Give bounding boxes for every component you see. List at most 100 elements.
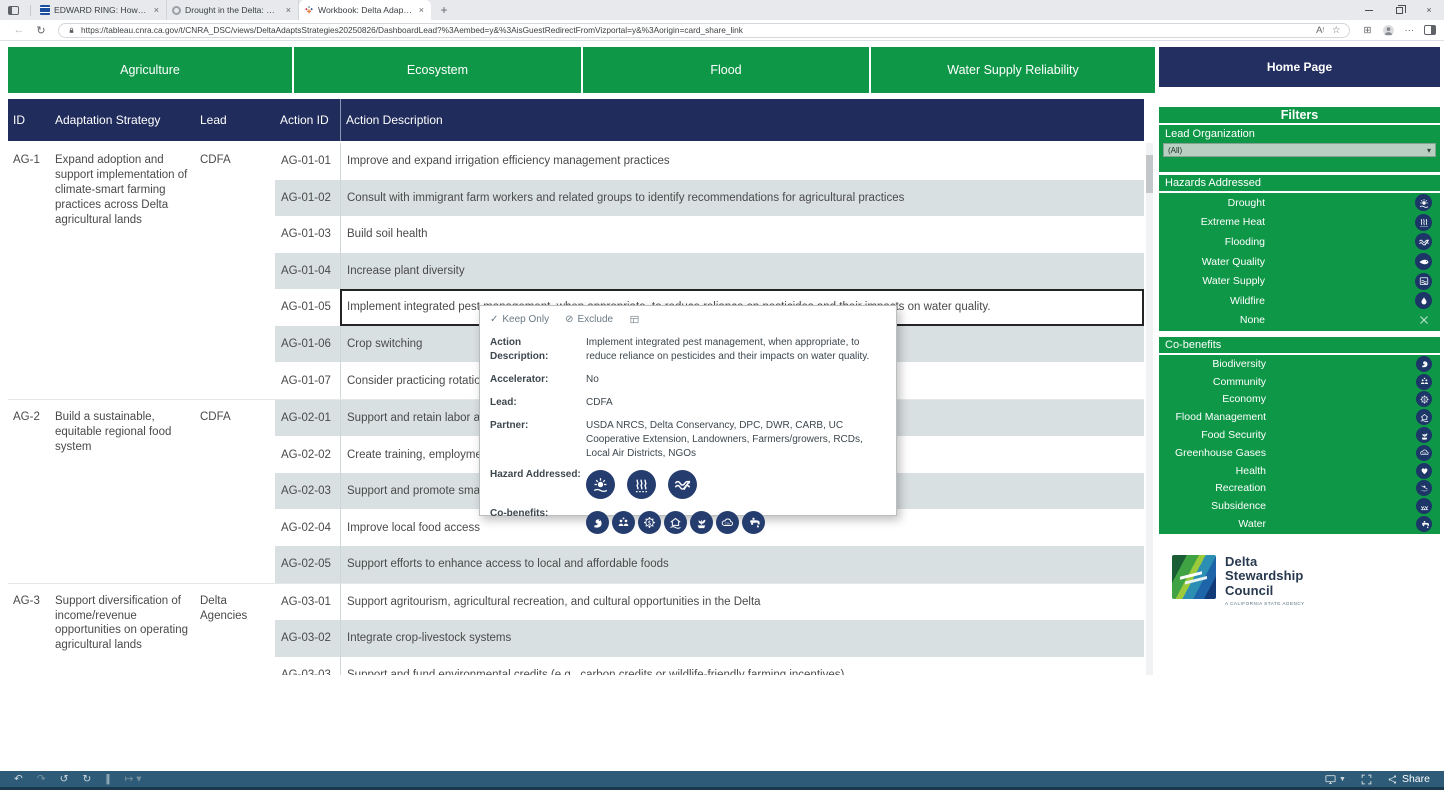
revert-icon[interactable]: ↺ xyxy=(60,773,69,785)
tooltip-field-value: No xyxy=(582,373,886,387)
close-tab-icon[interactable]: × xyxy=(417,5,426,15)
filter-item-subsidence[interactable]: Subsidence xyxy=(1167,497,1432,515)
water-supply-icon xyxy=(1415,273,1432,290)
table-row[interactable]: AG-01-03Build soil health xyxy=(275,216,1144,253)
fullscreen-icon[interactable] xyxy=(1360,773,1373,786)
strategy-id[interactable]: AG-2 xyxy=(8,400,50,583)
forward-icon[interactable]: ↦ ▾ xyxy=(125,773,142,785)
filter-label: Food Security xyxy=(1167,429,1416,441)
extreme-heat-icon xyxy=(1415,214,1432,231)
monitor-icon xyxy=(1324,773,1337,786)
table-row[interactable]: AG-03-01Support agritourism, agricultura… xyxy=(275,584,1144,621)
profile-avatar[interactable] xyxy=(1382,24,1395,37)
minimize-button[interactable] xyxy=(1354,0,1384,20)
close-button[interactable]: × xyxy=(1414,0,1444,20)
filter-item-community[interactable]: Community xyxy=(1167,373,1432,391)
filter-label: Greenhouse Gases xyxy=(1167,447,1416,459)
strategy-lead[interactable]: CDFA xyxy=(195,400,275,583)
lead-organization-dropdown[interactable]: (All) ▾ xyxy=(1163,143,1436,157)
filter-item-flooding[interactable]: Flooding xyxy=(1167,232,1432,252)
strategy-lead[interactable]: Delta Agencies xyxy=(195,584,275,675)
table-row[interactable]: AG-01-02Consult with immigrant farm work… xyxy=(275,180,1144,217)
strategy-text[interactable]: Expand adoption and support implementati… xyxy=(50,143,195,399)
action-description: Consult with immigrant farm workers and … xyxy=(340,180,1144,217)
table-scrollbar[interactable] xyxy=(1146,143,1153,675)
browser-tab-2[interactable]: Drought in the Delta: Socio-Ecolo × xyxy=(167,0,299,20)
browser-tab-active[interactable]: Workbook: Delta Adapts Strategi × xyxy=(299,0,431,20)
scrollbar-thumb[interactable] xyxy=(1146,155,1153,193)
collections-icon[interactable]: ⊞ xyxy=(1364,25,1372,36)
tooltip-commands: ✓ Keep Only ⊘ Exclude xyxy=(490,311,886,327)
close-tab-icon[interactable]: × xyxy=(152,5,161,15)
filter-item-biodiversity[interactable]: Biodiversity xyxy=(1167,355,1432,373)
flood-management-icon xyxy=(664,511,687,534)
greenhouse-gases-icon xyxy=(1416,445,1432,461)
filter-item-recreation[interactable]: Recreation xyxy=(1167,480,1432,498)
refresh-data-icon[interactable]: ↻ xyxy=(82,773,91,785)
logo-wordmark: Delta Stewardship Council A CALIFORNIA S… xyxy=(1225,555,1305,606)
action-id: AG-02-04 xyxy=(275,509,340,546)
read-aloud-icon[interactable]: Aᵎ xyxy=(1316,25,1324,36)
filters-title: Filters xyxy=(1159,107,1440,123)
action-description: Support and fund environmental credits (… xyxy=(340,657,1144,675)
filter-label: Extreme Heat xyxy=(1167,216,1415,228)
tab-actions-menu-icon[interactable] xyxy=(0,0,26,20)
strategy-text[interactable]: Build a sustainable, equitable regional … xyxy=(50,400,195,583)
filter-item-extreme-heat[interactable]: Extreme Heat xyxy=(1167,213,1432,233)
back-icon[interactable]: ← xyxy=(8,24,30,36)
filter-label: Subsidence xyxy=(1167,500,1416,512)
keep-only-button[interactable]: ✓ Keep Only xyxy=(490,314,549,325)
food-security-icon xyxy=(1416,427,1432,443)
tooltip-hazard-icons xyxy=(586,470,886,499)
tableau-toolbar: ↶ ↷ ↺ ↻ ∥ ↦ ▾ ▼ Share xyxy=(0,771,1444,787)
tab-agriculture[interactable]: Agriculture xyxy=(8,47,292,93)
home-page-label: Home Page xyxy=(1267,60,1332,74)
view-data-icon[interactable] xyxy=(629,314,640,325)
filter-item-food-security[interactable]: Food Security xyxy=(1167,426,1432,444)
sidebar-toggle-icon[interactable] xyxy=(1424,25,1436,35)
tab-flood[interactable]: Flood xyxy=(583,47,869,93)
exclude-button[interactable]: ⊘ Exclude xyxy=(565,314,613,325)
refresh-icon[interactable]: ↻ xyxy=(30,24,52,37)
tab-water-supply-reliability[interactable]: Water Supply Reliability xyxy=(871,47,1155,93)
drought-icon xyxy=(1415,194,1432,211)
pause-updates-icon[interactable]: ∥ xyxy=(105,773,110,785)
table-row[interactable]: AG-03-03Support and fund environmental c… xyxy=(275,657,1144,675)
tab-ecosystem[interactable]: Ecosystem xyxy=(294,47,581,93)
filter-item-none[interactable]: None xyxy=(1167,311,1432,331)
filter-item-wildfire[interactable]: Wildfire xyxy=(1167,291,1432,311)
filter-item-water-supply[interactable]: Water Supply xyxy=(1167,271,1432,291)
restore-button[interactable] xyxy=(1384,0,1414,20)
filter-item-flood-management[interactable]: Flood Management xyxy=(1167,408,1432,426)
filter-item-economy[interactable]: Economy xyxy=(1167,391,1432,409)
table-row[interactable]: AG-02-05Support efforts to enhance acces… xyxy=(275,546,1144,583)
url-input[interactable]: https://tableau.cnra.ca.gov/t/CNRA_DSC/v… xyxy=(58,23,1350,38)
home-page-button[interactable]: Home Page xyxy=(1159,47,1440,87)
strategy-lead[interactable]: CDFA xyxy=(195,143,275,399)
news-stripes-icon xyxy=(40,5,50,15)
browser-tab-1[interactable]: EDWARD RING: How dredging th × xyxy=(35,0,167,20)
filter-item-water-quality[interactable]: Water Quality xyxy=(1167,252,1432,272)
delta-stewardship-council-logo: Delta Stewardship Council A CALIFORNIA S… xyxy=(1172,555,1305,606)
strategy-text[interactable]: Support diversification of income/revenu… xyxy=(50,584,195,675)
filter-item-drought[interactable]: Drought xyxy=(1167,193,1432,213)
filter-item-water[interactable]: Water xyxy=(1167,515,1432,533)
filter-item-health[interactable]: Health xyxy=(1167,462,1432,480)
favorite-star-icon[interactable]: ☆ xyxy=(1332,25,1341,36)
new-tab-button[interactable]: + xyxy=(435,1,453,19)
table-row[interactable]: AG-01-04Increase plant diversity xyxy=(275,253,1144,290)
co-benefits-list: Biodiversity Community Economy Flood Man… xyxy=(1159,355,1440,534)
share-button[interactable]: Share xyxy=(1387,773,1430,785)
more-menu-icon[interactable]: ··· xyxy=(1405,25,1415,36)
undo-icon[interactable]: ↶ xyxy=(14,773,23,785)
redo-icon[interactable]: ↷ xyxy=(37,773,46,785)
strategy-id[interactable]: AG-3 xyxy=(8,584,50,675)
table-row[interactable]: AG-01-01Improve and expand irrigation ef… xyxy=(275,143,1144,180)
device-layout-button[interactable]: ▼ xyxy=(1324,773,1346,786)
table-row[interactable]: AG-03-02Integrate crop-livestock systems xyxy=(275,620,1144,657)
tab-label: Water Supply Reliability xyxy=(947,63,1079,77)
close-tab-icon[interactable]: × xyxy=(284,5,293,15)
strategy-id[interactable]: AG-1 xyxy=(8,143,50,399)
filter-item-greenhouse-gases[interactable]: Greenhouse Gases xyxy=(1167,444,1432,462)
filter-label: Flood Management xyxy=(1167,411,1416,423)
